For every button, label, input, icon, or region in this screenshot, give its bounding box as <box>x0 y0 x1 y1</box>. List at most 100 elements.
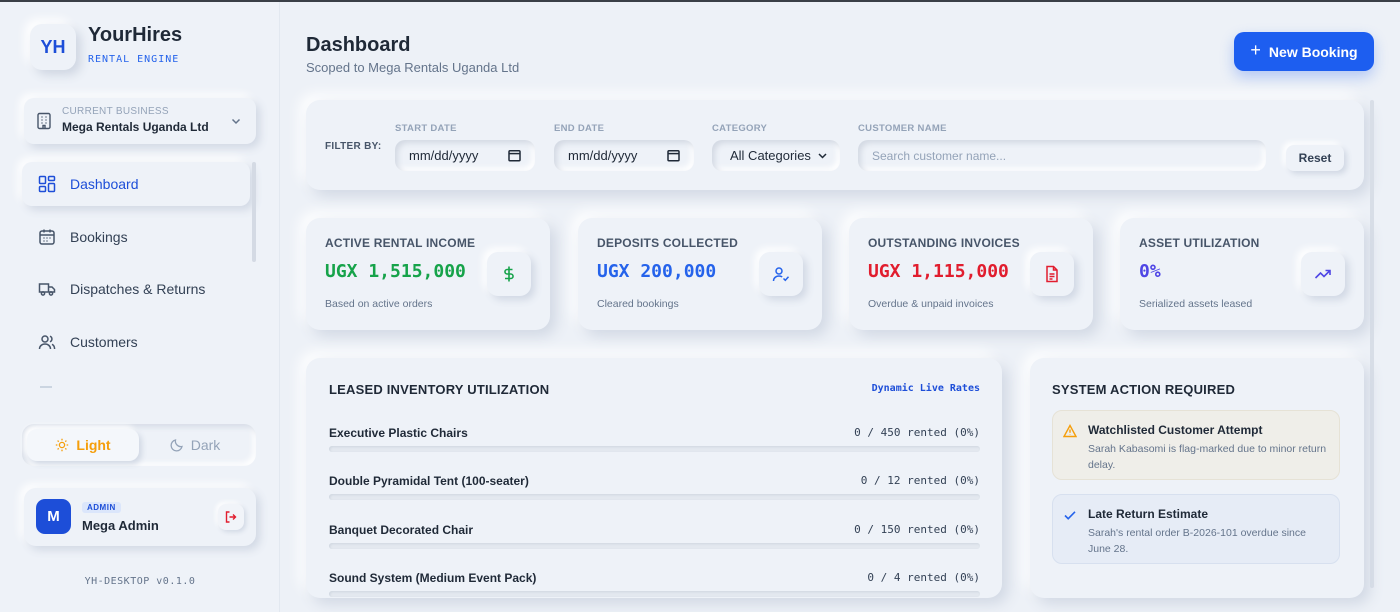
sidebar-item-dashboard[interactable]: Dashboard <box>22 162 250 206</box>
stat-label: DEPOSITS COLLECTED <box>597 236 738 250</box>
plus-icon: + <box>1250 40 1261 60</box>
customer-search-input[interactable]: Search customer name... <box>858 140 1266 171</box>
brand-name: YourHires <box>88 24 183 46</box>
item-count: 0 / 12 rented (0%) <box>860 474 980 487</box>
business-value: Mega Rentals Uganda Ltd <box>62 120 209 134</box>
business-label: CURRENT BUSINESS <box>62 106 169 117</box>
stat-note: Serialized assets leased <box>1139 298 1253 310</box>
user-name: Mega Admin <box>82 518 159 533</box>
end-date-input[interactable]: mm/dd/yyyy <box>554 140 694 171</box>
brand-subtitle: RENTAL ENGINE <box>88 54 180 65</box>
stat-note: Based on active orders <box>325 298 433 310</box>
business-selector[interactable]: CURRENT BUSINESS Mega Rentals Uganda Ltd <box>24 98 256 144</box>
progress-bar <box>329 446 980 452</box>
alert-title: Watchlisted Customer Attempt <box>1088 423 1263 437</box>
leased-inventory-panel: LEASED INVENTORY UTILIZATION Dynamic Liv… <box>306 358 1002 598</box>
item-count: 0 / 150 rented (0%) <box>854 523 980 536</box>
new-booking-button[interactable]: + New Booking <box>1234 32 1374 71</box>
page-title: Dashboard <box>306 34 411 56</box>
chevron-down-icon <box>231 118 241 125</box>
sidebar-item-label: Dashboard <box>70 176 139 192</box>
invoice-icon <box>1030 252 1074 296</box>
logout-icon <box>225 511 237 523</box>
item-count: 0 / 4 rented (0%) <box>867 571 980 584</box>
live-rates-tag: Dynamic Live Rates <box>871 383 980 394</box>
sidebar-item-dispatches[interactable]: Dispatches & Returns <box>22 267 250 311</box>
page-subtitle: Scoped to Mega Rentals Uganda Ltd <box>306 60 520 75</box>
alert-title: Late Return Estimate <box>1088 507 1209 521</box>
stat-note: Overdue & unpaid invoices <box>868 298 994 310</box>
calendar-icon[interactable] <box>508 149 521 162</box>
stat-card-active-rental-income: ACTIVE RENTAL INCOME UGX 1,515,000 Based… <box>306 218 550 330</box>
sidebar-item-label: Dispatches & Returns <box>70 281 206 297</box>
moon-icon <box>170 439 183 452</box>
stat-value: UGX 200,000 <box>597 261 717 282</box>
end-date-value: mm/dd/yyyy <box>568 148 638 163</box>
user-check-icon <box>759 252 803 296</box>
item-name: Double Pyramidal Tent (100-seater) <box>329 474 529 488</box>
progress-bar <box>329 543 980 549</box>
alert-text: Sarah Kabasomi is flag-marked due to min… <box>1088 443 1327 471</box>
sidebar-item-customers[interactable]: Customers <box>22 320 250 364</box>
category-select[interactable]: All Categories <box>712 140 840 171</box>
alert-late-return[interactable]: Late Return Estimate Sarah's rental orde… <box>1052 494 1340 564</box>
sidebar-overflow-hint <box>40 386 52 388</box>
sidebar: YH YourHires RENTAL ENGINE CURRENT BUSIN… <box>0 2 280 612</box>
stat-value: UGX 1,115,000 <box>868 261 1009 282</box>
customer-name-label: CUSTOMER NAME <box>858 123 947 134</box>
check-icon <box>1064 511 1076 520</box>
theme-light-label: Light <box>76 437 111 453</box>
stat-label: ACTIVE RENTAL INCOME <box>325 236 476 250</box>
building-icon <box>37 112 51 130</box>
stat-label: OUTSTANDING INVOICES <box>868 236 1020 250</box>
alert-watchlisted-customer[interactable]: Watchlisted Customer Attempt Sarah Kabas… <box>1052 410 1340 480</box>
progress-bar <box>329 591 980 597</box>
item-name: Executive Plastic Chairs <box>329 426 468 440</box>
list-item: Double Pyramidal Tent (100-seater) 0 / 1… <box>329 474 980 504</box>
system-action-panel: SYSTEM ACTION REQUIRED Watchlisted Custo… <box>1030 358 1364 598</box>
sidebar-item-label: Bookings <box>70 228 128 245</box>
dashboard-grid-icon <box>38 175 56 193</box>
category-label: CATEGORY <box>712 123 768 134</box>
user-profile: M ADMIN Mega Admin <box>24 488 256 546</box>
item-name: Banquet Decorated Chair <box>329 523 474 537</box>
logout-button[interactable] <box>218 504 244 530</box>
stat-card-outstanding-invoices: OUTSTANDING INVOICES UGX 1,115,000 Overd… <box>849 218 1093 330</box>
customer-search-placeholder: Search customer name... <box>872 148 1007 163</box>
role-badge: ADMIN <box>82 502 121 513</box>
filter-bar: FILTER BY: START DATE mm/dd/yyyy END DAT… <box>306 100 1364 190</box>
category-value: All Categories <box>730 148 811 163</box>
main-scrollbar[interactable] <box>1370 100 1374 588</box>
brand-initials: YH <box>40 36 66 57</box>
start-date-value: mm/dd/yyyy <box>409 148 479 163</box>
brand-logo: YH <box>30 24 76 70</box>
sidebar-item-label: Customers <box>70 333 138 350</box>
stat-label: ASSET UTILIZATION <box>1139 236 1260 250</box>
sidebar-scrollbar[interactable] <box>252 162 256 262</box>
list-item: Executive Plastic Chairs 0 / 450 rented … <box>329 426 980 456</box>
item-name: Sound System (Medium Event Pack) <box>329 571 537 585</box>
stat-note: Cleared bookings <box>597 298 679 310</box>
progress-bar <box>329 494 980 500</box>
stat-card-deposits-collected: DEPOSITS COLLECTED UGX 200,000 Cleared b… <box>578 218 822 330</box>
start-date-input[interactable]: mm/dd/yyyy <box>395 140 535 171</box>
calendar-icon[interactable] <box>667 149 680 162</box>
theme-light-button[interactable]: Light <box>27 429 139 461</box>
app-version: YH-DESKTOP v0.1.0 <box>84 576 196 587</box>
item-count: 0 / 450 rented (0%) <box>854 426 980 439</box>
stat-card-asset-utilization: ASSET UTILIZATION 0% Serialized assets l… <box>1120 218 1364 330</box>
list-item: Banquet Decorated Chair 0 / 150 rented (… <box>329 523 980 553</box>
sidebar-item-bookings[interactable]: Bookings <box>22 215 250 259</box>
reset-button[interactable]: Reset <box>1286 145 1344 171</box>
truck-icon <box>38 283 56 296</box>
new-booking-label: New Booking <box>1268 43 1358 60</box>
avatar-initial: M <box>47 508 60 525</box>
filter-by-label: FILTER BY: <box>325 141 382 152</box>
stat-value: 0% <box>1139 261 1161 282</box>
theme-dark-button[interactable]: Dark <box>139 429 251 461</box>
avatar: M <box>36 499 71 534</box>
trending-up-icon <box>1301 252 1345 296</box>
sun-icon <box>56 438 69 452</box>
chevron-down-icon <box>818 153 827 159</box>
sidebar-nav: Dashboard Bookings Dispatches & Returns … <box>22 162 250 372</box>
